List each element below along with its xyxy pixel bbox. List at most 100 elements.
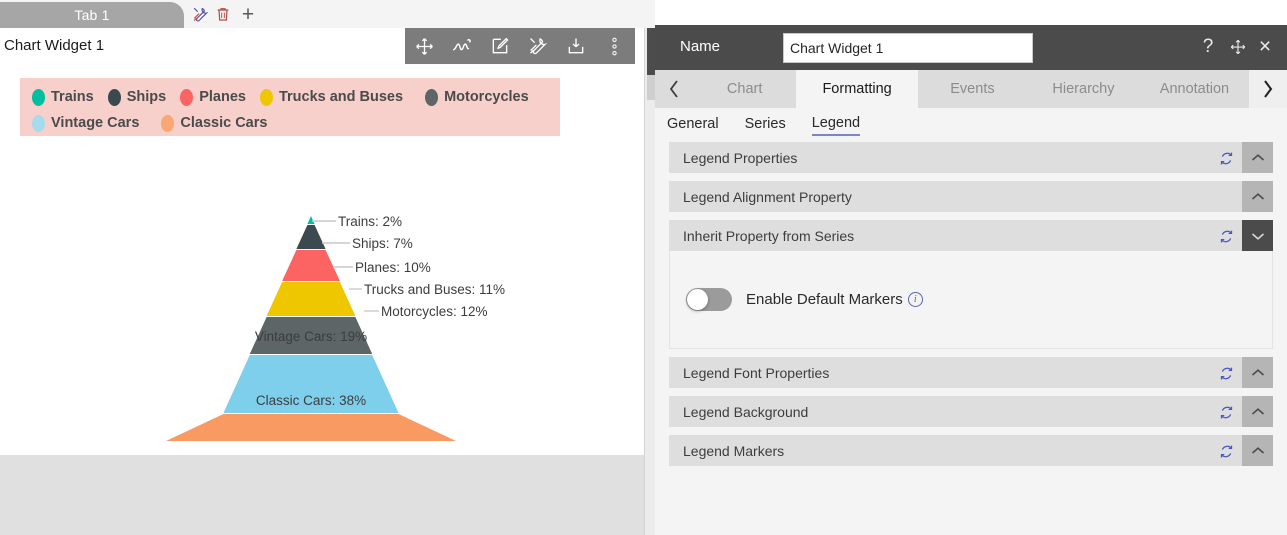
chart-legend-row: Trains Ships Planes Trucks and Buses Mot… <box>32 84 548 110</box>
tab-formatting[interactable]: Formatting <box>796 70 918 108</box>
dashboard-scrollbar-track-highlight[interactable] <box>647 75 655 100</box>
legend-settings-list: Legend Properties Legend Alignment Prope… <box>655 142 1287 535</box>
scribble-icon[interactable] <box>443 28 481 64</box>
chart-widget: Chart Widget 1 Trains Ships Planes Truck… <box>0 28 645 455</box>
edit-icon[interactable] <box>481 28 519 64</box>
section-header[interactable]: Inherit Property from Series <box>669 220 1273 251</box>
chevron-down-icon[interactable] <box>1242 220 1273 251</box>
legend-item-planes[interactable]: Planes <box>180 88 246 106</box>
dashboard-scrollbar-thumb[interactable] <box>647 28 655 75</box>
chevron-up-icon[interactable] <box>1242 142 1273 173</box>
properties-panel: Name ? × Chart Formatting Events <box>655 25 1287 535</box>
help-icon[interactable]: ? <box>1195 34 1221 60</box>
name-label: Name <box>680 38 721 55</box>
section-title: Legend Alignment Property <box>683 188 852 205</box>
chevron-up-icon[interactable] <box>1242 181 1273 212</box>
tab-label: Formatting <box>822 81 892 97</box>
widget-name-input[interactable] <box>783 33 1033 63</box>
enable-default-markers-label: Enable Default Markers <box>746 291 903 308</box>
section-header[interactable]: Legend Font Properties <box>669 357 1273 388</box>
properties-panel-header: Name ? × <box>655 25 1287 70</box>
pyramid-label-trains: Trains: 2% <box>338 214 402 229</box>
chart-legend: Trains Ships Planes Trucks and Buses Mot… <box>20 78 560 136</box>
toggle-knob <box>687 289 708 310</box>
tab-prev-arrow-icon[interactable] <box>655 70 693 108</box>
tools-icon[interactable] <box>519 28 557 64</box>
dashboard-tab-1[interactable]: Tab 1 <box>0 2 184 28</box>
subtab-label: Legend <box>811 114 861 131</box>
legend-item-label: Trucks and Buses <box>278 89 404 105</box>
pyramid-segment-ships <box>296 225 326 249</box>
download-icon[interactable] <box>557 28 595 64</box>
subtab-legend[interactable]: Legend <box>811 114 861 136</box>
pyramid-label-classic-cars: Classic Cars: 38% <box>256 393 366 408</box>
legend-marker-icon <box>32 88 45 106</box>
pyramid-label-planes: Planes: 10% <box>355 260 431 275</box>
legend-item-vintage-cars[interactable]: Vintage Cars <box>32 114 139 132</box>
refresh-icon[interactable] <box>1217 442 1235 460</box>
tab-next-arrow-icon[interactable] <box>1249 70 1287 108</box>
refresh-icon[interactable] <box>1217 227 1235 245</box>
dashboard-tab-label: Tab 1 <box>74 7 110 23</box>
pyramid-segment-trucks-and-buses <box>266 282 356 316</box>
refresh-icon[interactable] <box>1217 149 1235 167</box>
pyramid-chart-svg[interactable]: Trains: 2% Ships: 7% Planes: 10% Trucks … <box>0 178 645 458</box>
pyramid-label-trucks-and-buses: Trucks and Buses: 11% <box>364 282 505 297</box>
legend-marker-icon <box>259 88 273 106</box>
legend-marker-icon <box>32 114 45 132</box>
legend-item-trucks-and-buses[interactable]: Trucks and Buses <box>259 88 404 106</box>
dashboard-scrollbar[interactable] <box>644 28 655 535</box>
trash-icon[interactable] <box>213 4 233 24</box>
refresh-icon[interactable] <box>1217 364 1235 382</box>
section-header[interactable]: Legend Markers <box>669 435 1273 466</box>
dashboard-area: Tab 1 + Chart Widget 1 Trains Ships Plan… <box>0 0 655 535</box>
subtab-series[interactable]: Series <box>745 116 786 135</box>
legend-marker-icon <box>107 88 121 106</box>
section-inherit-property-from-series: Inherit Property from Series Enable Defa… <box>669 220 1273 349</box>
section-legend-font-properties: Legend Font Properties <box>669 357 1273 388</box>
more-options-icon[interactable] <box>595 28 633 64</box>
pyramid-label-vintage-cars: Vintage Cars: 19% <box>255 329 367 344</box>
legend-item-classic-cars[interactable]: Classic Cars <box>161 114 268 132</box>
pyramid-chart: Trains: 2% Ships: 7% Planes: 10% Trucks … <box>0 178 645 458</box>
subtab-label: Series <box>744 115 786 132</box>
tab-label: Hierarchy <box>1052 81 1115 97</box>
tools-icon[interactable] <box>190 4 210 24</box>
chevron-up-icon[interactable] <box>1242 396 1273 427</box>
legend-item-trains[interactable]: Trains <box>32 88 94 106</box>
chevron-up-icon[interactable] <box>1242 357 1273 388</box>
tab-hierarchy[interactable]: Hierarchy <box>1027 70 1140 108</box>
tab-annotation[interactable]: Annotation <box>1140 70 1249 108</box>
move-icon[interactable] <box>1225 34 1251 60</box>
legend-item-label: Trains <box>51 89 94 105</box>
close-icon[interactable]: × <box>1252 34 1278 60</box>
info-icon[interactable]: i <box>907 292 923 307</box>
refresh-icon[interactable] <box>1217 403 1235 421</box>
legend-item-motorcycles[interactable]: Motorcycles <box>425 88 529 106</box>
enable-default-markers-toggle[interactable] <box>686 288 732 311</box>
legend-marker-icon <box>161 114 175 132</box>
legend-item-label: Ships <box>126 89 167 105</box>
section-title: Legend Background <box>683 403 809 420</box>
plus-glyph: + <box>241 2 255 26</box>
legend-item-label: Classic Cars <box>180 115 268 131</box>
section-header[interactable]: Legend Background <box>669 396 1273 427</box>
properties-tab-strip: Chart Formatting Events Hierarchy Annota… <box>655 70 1287 108</box>
tab-chart[interactable]: Chart <box>693 70 796 108</box>
legend-item-ships[interactable]: Ships <box>107 88 167 106</box>
pyramid-segment-trains <box>307 216 315 224</box>
section-header[interactable]: Legend Alignment Property <box>669 181 1273 212</box>
tab-events[interactable]: Events <box>918 70 1027 108</box>
move-icon[interactable] <box>405 28 443 64</box>
pyramid-label-motorcycles: Motorcycles: 12% <box>381 304 488 319</box>
subtab-general[interactable]: General <box>667 116 719 135</box>
section-content: Enable Default Markers i <box>669 251 1273 349</box>
chevron-up-icon[interactable] <box>1242 435 1273 466</box>
legend-item-label: Motorcycles <box>444 89 529 105</box>
section-header[interactable]: Legend Properties <box>669 142 1273 173</box>
plus-icon[interactable]: + <box>238 2 258 26</box>
tab-bar: Tab 1 + <box>0 0 655 28</box>
chart-legend-row: Vintage Cars Classic Cars <box>32 110 548 136</box>
section-legend-alignment-property: Legend Alignment Property <box>669 181 1273 212</box>
tab-label: Chart <box>726 81 763 97</box>
